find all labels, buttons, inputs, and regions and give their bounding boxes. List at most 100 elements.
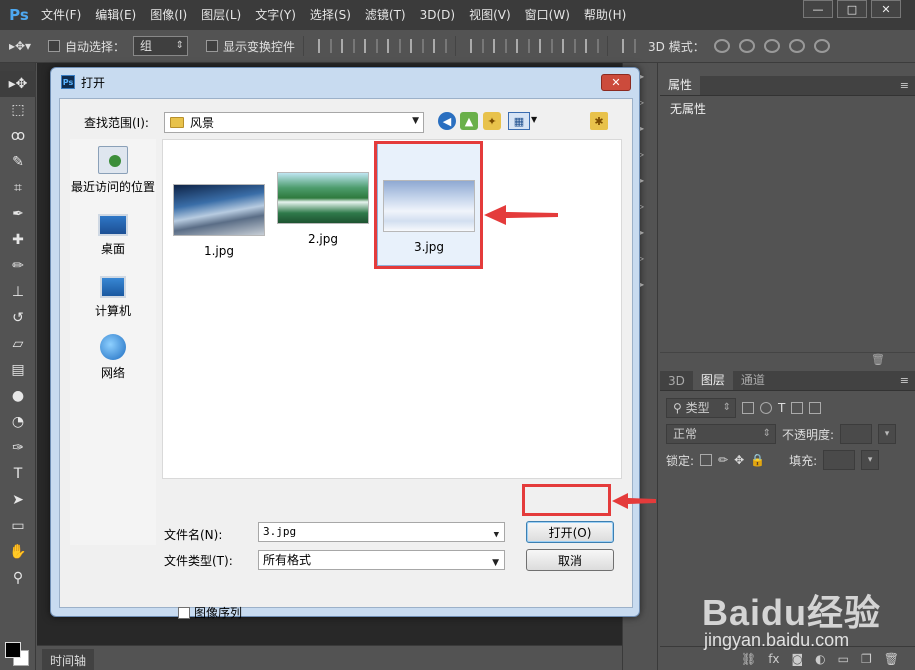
- auto-select-checkbox[interactable]: [48, 40, 60, 52]
- align-hcenter-icon[interactable]: [410, 39, 425, 53]
- open-button[interactable]: 打开(O): [526, 521, 614, 543]
- auto-select-dropdown[interactable]: 组: [133, 36, 189, 56]
- menu-type[interactable]: 文字(Y): [248, 0, 303, 30]
- adjust-filter-icon[interactable]: [760, 402, 772, 414]
- file-item-2[interactable]: 2.jpg: [271, 172, 375, 246]
- foreground-color-swatch[interactable]: [5, 642, 21, 658]
- rotate-3d-icon[interactable]: [713, 39, 730, 53]
- menu-window[interactable]: 窗口(W): [518, 0, 577, 30]
- menu-file[interactable]: 文件(F): [34, 0, 88, 30]
- minimize-button[interactable]: —: [803, 0, 833, 18]
- show-transform-checkbox[interactable]: [206, 40, 219, 52]
- file-type-dropdown[interactable]: 所有格式 ▼: [258, 550, 505, 570]
- favorite-folder-icon[interactable]: ✱: [590, 112, 608, 130]
- hand-tool-icon[interactable]: ✋: [0, 539, 36, 565]
- lock-pixels-icon[interactable]: ✏: [718, 453, 728, 467]
- menu-select[interactable]: 选择(S): [303, 0, 358, 30]
- group-folder-icon[interactable]: ▭: [838, 652, 849, 666]
- dialog-close-button[interactable]: ✕: [601, 74, 631, 91]
- trash-icon[interactable]: 🗑: [884, 652, 899, 666]
- mask-icon[interactable]: ◙: [792, 652, 804, 666]
- menu-image[interactable]: 图像(I): [143, 0, 194, 30]
- menu-edit[interactable]: 编辑(E): [88, 0, 143, 30]
- marquee-tool-icon[interactable]: ⬚: [0, 97, 36, 123]
- type-tool-icon[interactable]: T: [0, 461, 36, 487]
- file-item-1[interactable]: 1.jpg: [167, 184, 271, 258]
- fx-icon[interactable]: fx: [768, 652, 779, 666]
- lock-all-icon[interactable]: 🔒: [750, 453, 765, 467]
- smart-filter-icon[interactable]: [809, 402, 822, 414]
- lasso-tool-icon[interactable]: ꝏ: [0, 123, 36, 149]
- history-brush-icon[interactable]: ↺: [0, 305, 36, 331]
- align-bottom-icon[interactable]: [364, 39, 379, 53]
- adjustment-layer-icon[interactable]: ◐: [815, 652, 825, 666]
- align-top-icon[interactable]: [318, 39, 333, 53]
- distribute-bottom-icon[interactable]: [516, 39, 531, 53]
- panel-menu-icon[interactable]: ≡: [900, 79, 909, 92]
- image-sequence-option[interactable]: 图像序列: [178, 604, 242, 621]
- distribute-vcenter-icon[interactable]: [493, 39, 508, 53]
- opacity-input[interactable]: [840, 424, 873, 444]
- file-name-input[interactable]: 3.jpg ▼: [258, 522, 505, 542]
- quick-select-tool-icon[interactable]: ✎: [0, 149, 36, 175]
- distribute-top-icon[interactable]: [470, 39, 485, 53]
- tab-properties[interactable]: 属性: [660, 74, 701, 95]
- blend-mode-dropdown[interactable]: 正常: [666, 424, 776, 444]
- pan-3d-icon[interactable]: [763, 39, 780, 53]
- chevron-down-icon[interactable]: ▼: [494, 526, 499, 544]
- eyedropper-tool-icon[interactable]: ✒: [0, 201, 36, 227]
- brush-tool-icon[interactable]: ✏: [0, 253, 36, 279]
- zoom-tool-icon[interactable]: ⚲: [0, 565, 36, 591]
- align-vcenter-icon[interactable]: [341, 39, 356, 53]
- roll-3d-icon[interactable]: [738, 39, 755, 53]
- gradient-tool-icon[interactable]: ▤: [0, 357, 36, 383]
- dodge-tool-icon[interactable]: ◔: [0, 409, 36, 435]
- dialog-titlebar[interactable]: Ps 打开 ✕: [51, 68, 639, 96]
- lock-position-icon[interactable]: ✥: [734, 453, 744, 467]
- view-menu-icon[interactable]: ▦: [508, 112, 530, 130]
- fill-dropdown[interactable]: ▾: [861, 450, 880, 470]
- layer-filter-dropdown[interactable]: ⚲ 类型: [666, 398, 736, 418]
- tab-layers[interactable]: 图层: [692, 369, 733, 390]
- slide-3d-icon[interactable]: [788, 39, 805, 53]
- place-computer[interactable]: 计算机: [70, 263, 156, 325]
- distribute-hcenter-icon[interactable]: [562, 39, 577, 53]
- eraser-tool-icon[interactable]: ▱: [0, 331, 36, 357]
- tab-channels[interactable]: 通道: [733, 369, 773, 390]
- path-select-tool-icon[interactable]: ➤: [0, 487, 36, 513]
- align-right-icon[interactable]: [433, 39, 448, 53]
- new-folder-icon[interactable]: ✦: [483, 112, 501, 130]
- close-app-button[interactable]: ✕: [871, 0, 901, 18]
- place-desktop[interactable]: 桌面: [70, 201, 156, 263]
- text-filter-icon[interactable]: T: [778, 401, 785, 415]
- trash-icon[interactable]: 🗑: [871, 353, 885, 366]
- opacity-dropdown[interactable]: ▾: [878, 424, 897, 444]
- align-left-icon[interactable]: [387, 39, 402, 53]
- move-tool-icon[interactable]: ▸✥: [0, 71, 36, 97]
- tab-3d[interactable]: 3D: [660, 372, 693, 390]
- new-layer-icon[interactable]: ❐: [861, 652, 872, 666]
- auto-align-icon[interactable]: [622, 39, 637, 53]
- menu-layer[interactable]: 图层(L): [194, 0, 248, 30]
- menu-filter[interactable]: 滤镜(T): [358, 0, 413, 30]
- menu-3d[interactable]: 3D(D): [413, 0, 462, 30]
- link-layers-icon[interactable]: ⛓: [741, 652, 756, 666]
- fill-input[interactable]: [823, 450, 856, 470]
- healing-brush-icon[interactable]: ✚: [0, 227, 36, 253]
- shape-filter-icon[interactable]: [791, 402, 804, 414]
- blur-tool-icon[interactable]: ●: [0, 383, 36, 409]
- panel-menu-icon[interactable]: ≡: [900, 374, 909, 387]
- menu-help[interactable]: 帮助(H): [577, 0, 633, 30]
- shape-tool-icon[interactable]: ▭: [0, 513, 36, 539]
- move-tool-icon[interactable]: ▸✥▾: [0, 39, 40, 53]
- crop-tool-icon[interactable]: ⌗: [0, 175, 36, 201]
- back-icon[interactable]: ◀: [438, 112, 456, 130]
- look-in-dropdown[interactable]: 风景 ▼: [164, 112, 424, 133]
- distribute-left-icon[interactable]: [539, 39, 554, 53]
- chevron-down-icon[interactable]: ▼: [531, 115, 537, 124]
- pen-tool-icon[interactable]: ✑: [0, 435, 36, 461]
- image-sequence-checkbox[interactable]: [178, 606, 190, 619]
- scale-3d-icon[interactable]: [813, 39, 830, 53]
- cancel-button[interactable]: 取消: [526, 549, 614, 571]
- place-recent[interactable]: 最近访问的位置: [70, 139, 156, 201]
